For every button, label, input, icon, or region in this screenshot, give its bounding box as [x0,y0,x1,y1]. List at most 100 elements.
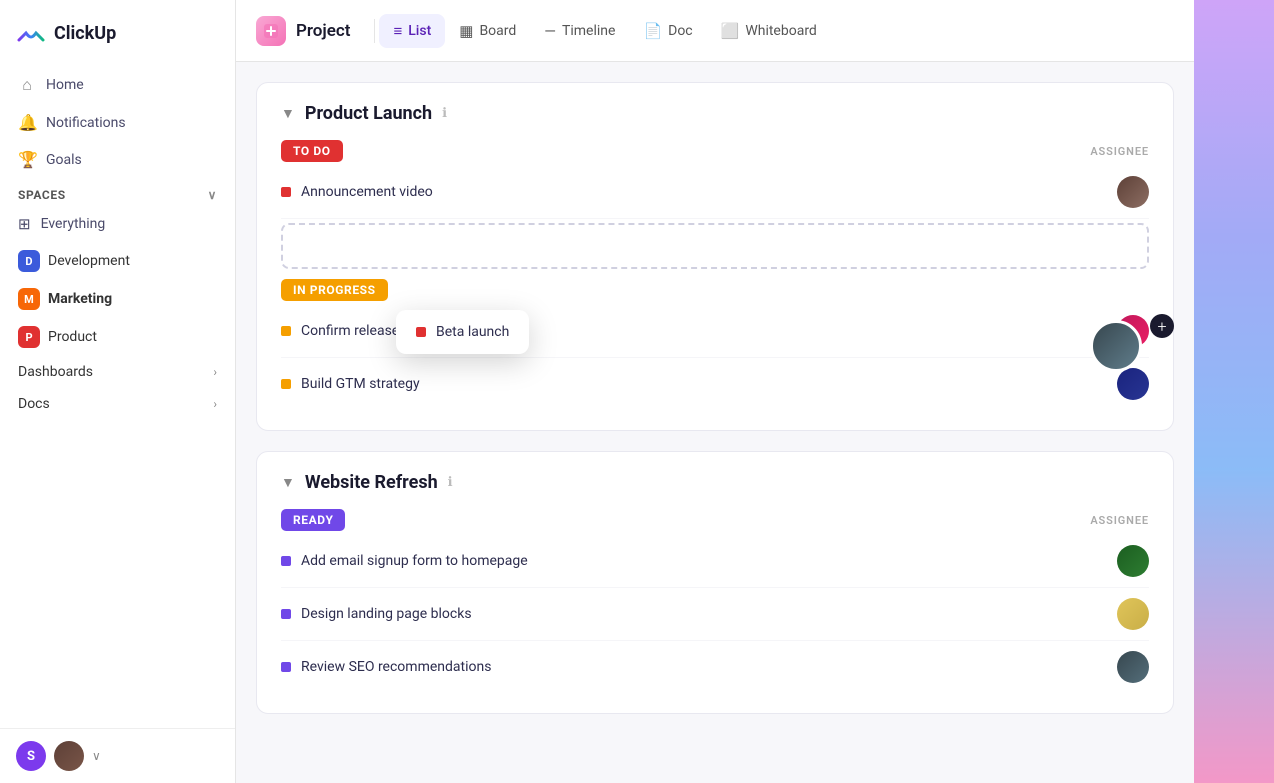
sidebar-item-home-label: Home [46,77,84,93]
website-refresh-collapse-icon[interactable]: ▼ [281,474,295,491]
sidebar-item-goals[interactable]: 🏆 Goals [8,141,227,178]
topbar: Project ≡ List ▦ Board — Timeline 📄 Doc … [236,0,1194,62]
plus-cursor-icon: + [1150,314,1174,338]
task-avatar-6 [1117,651,1149,683]
doc-tab-icon: 📄 [643,22,662,40]
task-dot-yellow-1 [281,326,291,336]
task-dot-red [281,187,291,197]
task-row[interactable]: Design landing page blocks [281,588,1149,641]
sidebar-item-marketing[interactable]: M Marketing [8,280,227,318]
task-dot-purple-1 [281,556,291,566]
task-avatar-1 [1117,176,1149,208]
project-label: Project [296,21,350,41]
task-email-signup: Add email signup form to homepage [281,553,528,569]
clickup-logo-icon [16,18,46,48]
sidebar-item-docs[interactable]: Docs › [8,388,227,420]
tab-whiteboard-label: Whiteboard [745,23,817,39]
website-refresh-info-icon[interactable]: ℹ [448,475,453,490]
sidebar-item-home[interactable]: ⌂ Home [8,66,227,104]
dashboards-chevron-icon: › [213,365,217,379]
ready-status-bar: READY ASSIGNEE [281,509,1149,531]
in-progress-status-bar: IN PROGRESS [281,279,1149,301]
tab-list-label: List [408,23,431,39]
sidebar-item-docs-label: Docs [18,396,50,412]
right-decoration [1194,0,1274,783]
sidebar-nav: ⌂ Home 🔔 Notifications 🏆 Goals Spaces ∨ … [0,62,235,728]
drag-placeholder [281,223,1149,269]
sidebar-item-notifications[interactable]: 🔔 Notifications [8,104,227,141]
task-avatar-3 [1117,368,1149,400]
task-row[interactable]: Add email signup form to homepage [281,535,1149,588]
main-content: Project ≡ List ▦ Board — Timeline 📄 Doc … [236,0,1194,783]
footer-chevron-icon[interactable]: ∨ [92,749,101,763]
sidebar-item-marketing-label: Marketing [48,291,112,307]
task-design-landing: Design landing page blocks [281,606,472,622]
project-title: Project [256,16,350,46]
sidebar-item-product-label: Product [48,329,97,345]
project-icon [256,16,286,46]
content-area: ▼ Product Launch ℹ TO DO ASSIGNEE Announ… [236,62,1194,783]
tab-board[interactable]: ▦ Board [445,14,530,48]
tab-doc[interactable]: 📄 Doc [629,14,706,48]
todo-section: TO DO ASSIGNEE Announcement video [281,140,1149,269]
tab-whiteboard[interactable]: ⬜ Whiteboard [707,14,831,48]
task-row[interactable]: Confirm release details and dates [281,305,1149,358]
task-row[interactable]: Build GTM strategy [281,358,1149,410]
user-avatar-s[interactable]: S [16,741,46,771]
task-email-signup-label: Add email signup form to homepage [301,553,528,569]
website-refresh-title: Website Refresh [305,472,438,493]
task-confirm-release: Confirm release details and dates [281,323,509,339]
tab-timeline-label: Timeline [562,23,615,39]
todo-status-bar: TO DO ASSIGNEE [281,140,1149,162]
sidebar-item-dashboards[interactable]: Dashboards › [8,356,227,388]
marketing-avatar: M [18,288,40,310]
logo[interactable]: ClickUp [0,0,235,62]
sidebar-item-development[interactable]: D Development [8,242,227,280]
product-avatar: P [18,326,40,348]
ready-section: READY ASSIGNEE Add email signup form to … [281,509,1149,693]
tab-list[interactable]: ≡ List [379,14,445,48]
timeline-tab-icon: — [544,22,556,40]
task-build-gtm-label: Build GTM strategy [301,376,420,392]
task-dot-yellow-2 [281,379,291,389]
task-review-seo-label: Review SEO recommendations [301,659,491,675]
product-launch-info-icon[interactable]: ℹ [442,106,447,121]
sidebar-footer: S ∨ [0,728,235,783]
task-row[interactable]: Announcement video [281,166,1149,219]
tab-doc-label: Doc [668,23,693,39]
task-build-gtm: Build GTM strategy [281,376,420,392]
sidebar-item-everything[interactable]: ⊞ Everything [8,206,227,242]
in-progress-section: IN PROGRESS Confirm release details and … [281,279,1149,410]
task-dot-purple-2 [281,609,291,619]
website-refresh-card: ▼ Website Refresh ℹ READY ASSIGNEE Add e… [256,451,1174,714]
board-tab-icon: ▦ [459,22,473,40]
spaces-chevron-icon[interactable]: ∨ [208,188,217,202]
sidebar-item-product[interactable]: P Product [8,318,227,356]
website-refresh-header: ▼ Website Refresh ℹ [281,472,1149,493]
product-launch-collapse-icon[interactable]: ▼ [281,105,295,122]
ready-assignee-label: ASSIGNEE [1090,514,1149,527]
in-progress-badge: IN PROGRESS [281,279,388,301]
task-announcement-video-label: Announcement video [301,184,433,200]
topbar-divider [374,19,375,43]
spaces-label: Spaces [18,188,66,202]
todo-badge: TO DO [281,140,343,162]
spaces-section-header: Spaces ∨ [8,178,227,206]
todo-assignee-label: ASSIGNEE [1090,145,1149,158]
product-launch-card: ▼ Product Launch ℹ TO DO ASSIGNEE Announ… [256,82,1174,431]
product-launch-header: ▼ Product Launch ℹ [281,103,1149,124]
task-confirm-release-label: Confirm release details and dates [301,323,509,339]
tab-timeline[interactable]: — Timeline [530,14,629,48]
app-name: ClickUp [54,23,116,44]
sidebar-item-notifications-label: Notifications [46,115,126,131]
task-design-landing-label: Design landing page blocks [301,606,472,622]
user-avatar-2[interactable] [54,741,84,771]
product-launch-title: Product Launch [305,103,432,124]
development-avatar: D [18,250,40,272]
list-tab-icon: ≡ [393,22,402,40]
sidebar-item-development-label: Development [48,253,130,269]
task-row[interactable]: Review SEO recommendations [281,641,1149,693]
sidebar-item-goals-label: Goals [46,152,82,168]
whiteboard-tab-icon: ⬜ [721,22,740,40]
grid-icon: ⊞ [18,215,31,233]
